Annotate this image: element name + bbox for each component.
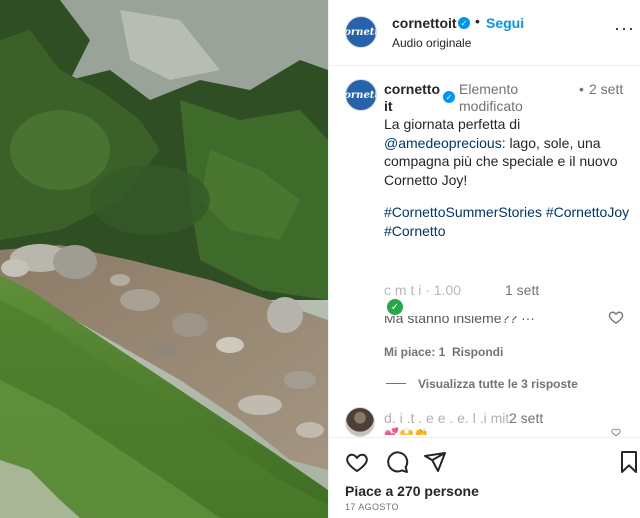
comment-icon[interactable] bbox=[385, 450, 409, 474]
follow-button[interactable]: Segui bbox=[486, 15, 524, 31]
post-likes-count[interactable]: Piace a 270 persone bbox=[345, 483, 479, 499]
edited-label: Elemento modificato bbox=[459, 81, 523, 114]
comment-author-faded[interactable]: d. i .t . e e . e. l .i mit bbox=[384, 410, 509, 426]
comment-timestamp[interactable]: 2 sett bbox=[509, 410, 543, 426]
verified-badge-icon: ✓ bbox=[443, 91, 455, 103]
share-icon[interactable] bbox=[423, 450, 447, 474]
check-badge-icon: ✓ bbox=[387, 299, 403, 315]
post-header: Cornetto cornettoit ✓ • Segui Audio orig… bbox=[329, 0, 640, 66]
bookmark-icon[interactable] bbox=[617, 450, 640, 474]
post-side-panel: Cornetto cornettoit ✓ • Segui Audio orig… bbox=[328, 0, 640, 518]
post-actions-bar: Piace a 270 persone 17 AGOSTO bbox=[329, 437, 640, 518]
caption-author-avatar[interactable]: Cornetto bbox=[345, 79, 377, 111]
caption-text: La giornata perfetta di @amedeoprecious:… bbox=[384, 115, 634, 189]
caption-text-start: La giornata perfetta di bbox=[384, 116, 521, 132]
caption-hashtags[interactable]: #CornettoSummerStories #CornettoJoy #Cor… bbox=[384, 203, 634, 240]
comment-emoji-text: 💕🙌👏 bbox=[384, 427, 429, 435]
verified-badge-icon: ✓ bbox=[458, 17, 470, 29]
avatar-logo-text: Cornetto bbox=[346, 26, 376, 38]
reply-button[interactable]: Rispondi bbox=[452, 345, 503, 359]
post-date[interactable]: 17 AGOSTO bbox=[345, 502, 399, 512]
comment-author-faded[interactable]: c m t i · 1.00 bbox=[384, 282, 461, 298]
comment-timestamp[interactable]: 1 sett bbox=[505, 282, 539, 298]
view-replies-button[interactable]: Visualizza tutte le 3 risposte bbox=[418, 377, 578, 391]
landscape-photo bbox=[0, 0, 328, 518]
heart-icon[interactable] bbox=[345, 450, 369, 474]
comment-text: Ma stanno insieme?? ··· bbox=[384, 316, 584, 326]
separator-dot: • bbox=[475, 13, 480, 29]
author-username[interactable]: cornettoit bbox=[392, 15, 457, 31]
replies-divider bbox=[386, 383, 406, 384]
post-media[interactable] bbox=[0, 0, 328, 518]
comment-text-faded: Ma stanno insieme?? ··· bbox=[384, 316, 535, 326]
mention-link[interactable]: @amedeoprecious bbox=[384, 135, 502, 151]
comment-heart-icon[interactable] bbox=[608, 309, 624, 325]
caption-timestamp[interactable]: 2 sett bbox=[589, 81, 629, 98]
more-options-icon[interactable]: ··· bbox=[614, 18, 635, 39]
comment-heart-icon[interactable] bbox=[608, 427, 624, 437]
separator-dot: • bbox=[579, 81, 584, 97]
comment-likes-count[interactable]: Mi piace: 1 bbox=[384, 345, 445, 359]
audio-label[interactable]: Audio originale bbox=[392, 36, 471, 50]
caption-author-username[interactable]: cornetto it bbox=[384, 81, 444, 115]
commenter-avatar[interactable] bbox=[345, 407, 375, 437]
avatar-logo-text: Cornetto bbox=[346, 89, 376, 101]
author-avatar[interactable]: Cornetto bbox=[345, 16, 377, 48]
